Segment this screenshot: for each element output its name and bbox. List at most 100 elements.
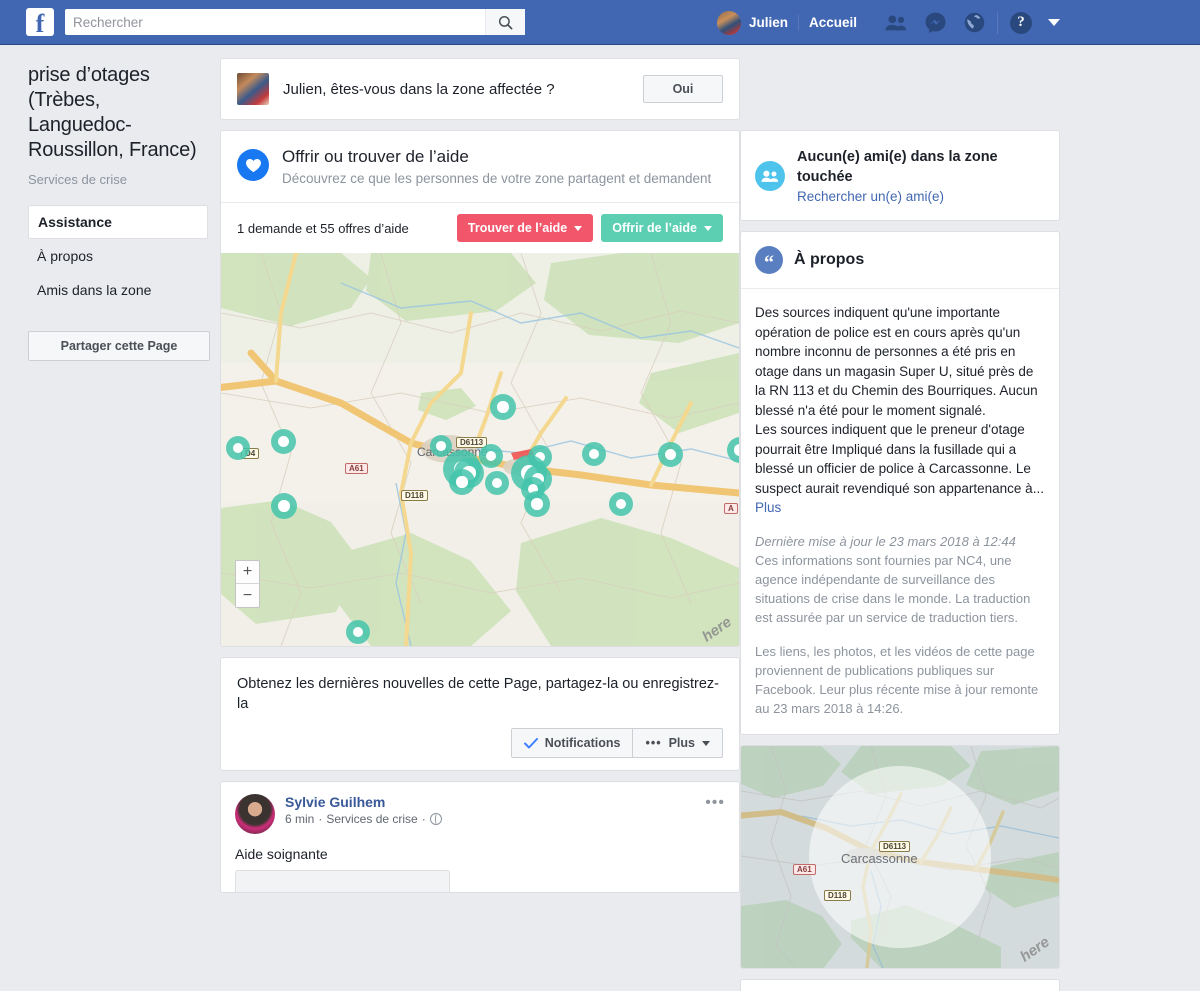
page-follow-text: Obtenez les dernières nouvelles de cette…: [237, 676, 720, 712]
quote-icon: “: [755, 246, 783, 274]
sidebar-nav: Assistance À propos Amis dans la zone: [28, 205, 208, 307]
find-help-button[interactable]: Trouver de l’aide: [456, 214, 594, 242]
post-attachment-preview: [235, 870, 450, 892]
map-zoom-controls[interactable]: + −: [235, 560, 260, 608]
globe-notifications-icon: [964, 12, 985, 33]
prompt-yes-button[interactable]: Oui: [643, 75, 723, 103]
friends-icon: [755, 160, 785, 191]
about-card-title: À propos: [794, 251, 865, 268]
notifications-button[interactable]: Notifications: [510, 728, 634, 758]
heart-icon: [237, 149, 269, 181]
post-body-text: Aide soignante: [235, 846, 328, 862]
area-map[interactable]: D6113 A61 D118 Carcassonne here: [741, 745, 1059, 968]
home-link[interactable]: Accueil: [809, 15, 857, 30]
friend-requests-button[interactable]: [885, 14, 907, 32]
find-friend-link[interactable]: Rechercher un(e) ami(e): [797, 189, 1045, 204]
help-button[interactable]: ?: [1010, 11, 1032, 34]
map-marker[interactable]: [485, 471, 509, 495]
map-zoom-in-button[interactable]: +: [236, 561, 259, 584]
area-map-city-label: Carcassonne: [841, 850, 918, 866]
user-avatar[interactable]: [716, 10, 741, 35]
post-timestamp: 6 min: [285, 812, 315, 826]
map-marker[interactable]: [271, 429, 296, 454]
friends-card-title: Aucun(e) ami(e) dans la zone touchée: [797, 149, 998, 185]
affected-zone-prompt-card: Julien, êtes-vous dans la zone affectée …: [220, 58, 740, 120]
map-marker[interactable]: [479, 444, 503, 468]
map-marker[interactable]: [346, 620, 370, 644]
search-bar[interactable]: [65, 9, 525, 35]
friends-in-area-card: Aucun(e) ami(e) dans la zone touchée Rec…: [740, 130, 1060, 221]
chevron-down-icon: [704, 225, 712, 231]
top-nav-right: Julien Accueil ?: [716, 0, 1060, 45]
map-zoom-out-button[interactable]: −: [236, 584, 259, 607]
search-input[interactable]: [65, 14, 485, 30]
about-content-note: Les liens, les photos, et les vidéos de …: [755, 643, 1039, 716]
area-map-road-label: D118: [824, 889, 851, 901]
prompt-avatar: [237, 73, 269, 105]
about-description: Des sources indiquent qu'une importante …: [755, 303, 1045, 518]
map-marker[interactable]: [658, 442, 683, 467]
area-map-card: D6113 A61 D118 Carcassonne here: [740, 744, 1060, 969]
check-icon: [523, 737, 538, 748]
post-metadata: 6 min · Services de crise ·: [285, 812, 705, 826]
about-more-link[interactable]: Plus: [755, 500, 781, 515]
help-request-count: 1 demande et 55 offres d’aide: [237, 220, 409, 236]
messenger-icon: [925, 12, 946, 33]
map-marker[interactable]: [226, 436, 250, 460]
map-road-label: A61: [345, 463, 368, 474]
friend-requests-icon: [885, 14, 907, 30]
account-menu-chevron-down-icon[interactable]: [1048, 19, 1060, 26]
notifications-button[interactable]: [964, 12, 985, 33]
about-last-updated: Dernière mise à jour le 23 mars 2018 à 1…: [755, 533, 1016, 549]
search-button[interactable]: [485, 9, 525, 35]
share-page-button[interactable]: Partager cette Page: [28, 331, 210, 361]
prompt-question: Julien, êtes-vous dans la zone affectée …: [283, 80, 555, 98]
crisis-map[interactable]: Carcassonne D4 A61 D6113 D118 A + − here: [221, 253, 739, 646]
map-marker[interactable]: [449, 469, 475, 495]
top-navigation-bar: f Julien Accueil: [0, 0, 1200, 45]
post-author-name[interactable]: Sylvie Guilhem: [285, 794, 705, 810]
map-marker[interactable]: [490, 394, 516, 420]
post-menu-ellipsis-icon[interactable]: •••: [705, 794, 725, 812]
offer-help-label: Offrir de l’aide: [612, 221, 697, 235]
next-card-stub: [740, 978, 1060, 991]
about-source-note: Ces informations sont fournies par NC4, …: [755, 552, 1031, 625]
user-name-link[interactable]: Julien: [749, 14, 799, 31]
page-follow-card: Obtenez les dernières nouvelles de cette…: [220, 657, 740, 771]
sidebar-item-friends-in-area[interactable]: Amis dans la zone: [28, 273, 208, 307]
ellipsis-icon: •••: [645, 736, 662, 750]
sidebar-item-assistance[interactable]: Assistance: [28, 205, 208, 239]
page-title: prise d’otages (Trèbes, Languedoc-Roussi…: [28, 64, 197, 161]
more-label: Plus: [668, 736, 695, 750]
notifications-label: Notifications: [544, 736, 621, 750]
map-marker[interactable]: [271, 493, 297, 519]
post-author-avatar[interactable]: [235, 794, 275, 834]
area-map-road-label: A61: [793, 863, 816, 875]
nav-divider: [997, 11, 998, 34]
chevron-down-icon: [702, 740, 710, 746]
post-card: Sylvie Guilhem 6 min · Services de crise…: [220, 781, 740, 893]
map-road-label: D118: [401, 490, 428, 501]
offer-help-button[interactable]: Offrir de l’aide: [601, 214, 723, 242]
center-column: Julien, êtes-vous dans la zone affectée …: [220, 58, 740, 903]
facebook-logo-letter: f: [35, 9, 45, 37]
map-road-label: A: [724, 503, 738, 514]
about-paragraph-text: Des sources indiquent qu'une importante …: [755, 305, 1044, 496]
sidebar-item-about[interactable]: À propos: [28, 239, 208, 273]
more-options-button[interactable]: ••• Plus: [633, 728, 723, 758]
help-card: Offrir ou trouver de l’aide Découvrez ce…: [220, 130, 740, 647]
map-marker[interactable]: [609, 492, 633, 516]
chevron-down-icon: [574, 225, 583, 231]
help-card-subtitle: Découvrez ce que les personnes de votre …: [282, 171, 712, 186]
help-card-title: Offrir ou trouver de l’aide: [282, 147, 469, 166]
post-source: Services de crise: [326, 812, 418, 826]
facebook-logo[interactable]: f: [26, 8, 54, 36]
map-marker[interactable]: [582, 442, 606, 466]
messenger-button[interactable]: [925, 12, 946, 33]
find-help-label: Trouver de l’aide: [467, 221, 568, 235]
search-icon: [498, 15, 513, 29]
map-marker[interactable]: [524, 491, 550, 517]
left-sidebar: prise d’otages (Trèbes, Languedoc-Roussi…: [0, 45, 220, 361]
right-column: Aucun(e) ami(e) dans la zone touchée Rec…: [740, 130, 1060, 991]
about-card: “ À propos Des sources indiquent qu'une …: [740, 231, 1060, 735]
